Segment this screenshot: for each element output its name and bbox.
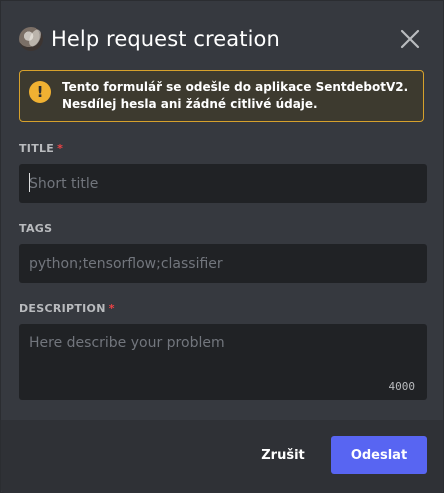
title-required-marker: * <box>57 142 64 155</box>
description-textarea[interactable] <box>19 324 427 400</box>
tags-input[interactable] <box>19 244 427 283</box>
app-avatar <box>19 27 43 51</box>
submit-button[interactable]: Odeslat <box>331 436 427 474</box>
help-request-modal: Help request creation ! Tento formulář s… <box>0 0 444 493</box>
warning-icon: ! <box>29 81 51 103</box>
alert-text-before: Tento formulář se odešle do aplikace <box>62 80 316 94</box>
title-input[interactable] <box>19 164 427 203</box>
description-label: DESCRIPTION * <box>19 302 115 315</box>
tags-label: TAGS <box>19 222 53 235</box>
text-cursor <box>29 173 30 192</box>
alert-app-name: SentdebotV2 <box>315 80 404 94</box>
modal-footer: Zrušit Odeslat <box>1 420 443 493</box>
alert-message: Tento formulář se odešle do aplikace Sen… <box>62 79 418 113</box>
close-icon[interactable] <box>399 28 421 50</box>
character-counter: 4000 <box>388 380 416 393</box>
modal-title: Help request creation <box>51 27 280 51</box>
cancel-button[interactable]: Zrušit <box>255 436 311 474</box>
title-label-text: TITLE <box>19 142 55 155</box>
title-label: TITLE * <box>19 142 63 155</box>
description-required-marker: * <box>108 302 115 315</box>
warning-alert: ! Tento formulář se odešle do aplikace S… <box>19 70 424 122</box>
modal-header: Help request creation <box>1 1 443 67</box>
description-label-text: DESCRIPTION <box>19 302 106 315</box>
